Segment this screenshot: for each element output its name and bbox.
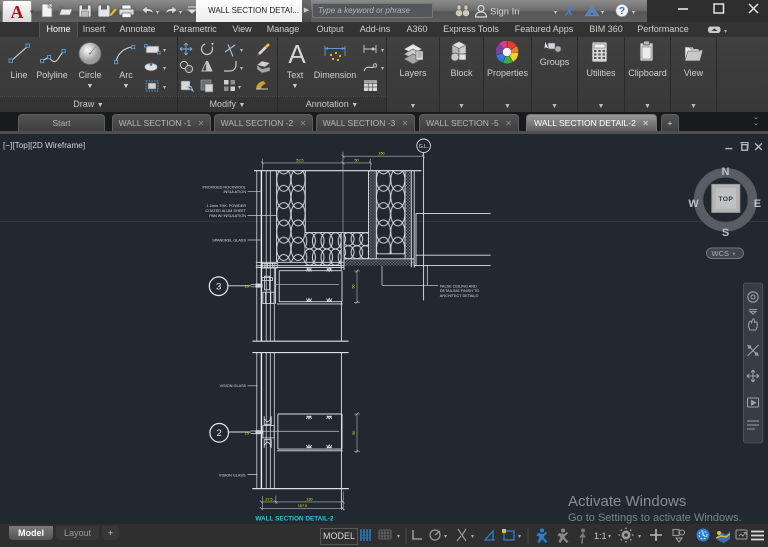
svg-text:▾: ▾ bbox=[163, 85, 166, 91]
svg-text:▾: ▾ bbox=[601, 10, 604, 16]
svg-text:▾: ▾ bbox=[632, 10, 635, 16]
svg-text:▾: ▾ bbox=[156, 10, 159, 16]
svg-text:▾: ▾ bbox=[163, 66, 166, 72]
svg-text:▾: ▾ bbox=[163, 48, 166, 54]
svg-text:Sign In: Sign In bbox=[490, 7, 520, 18]
svg-text:▾: ▾ bbox=[240, 48, 243, 54]
svg-text:▾: ▾ bbox=[444, 534, 447, 540]
svg-text:▾: ▾ bbox=[608, 534, 611, 540]
svg-text:▾: ▾ bbox=[471, 534, 474, 540]
svg-text:▾: ▾ bbox=[724, 29, 727, 35]
svg-text:?: ? bbox=[619, 6, 625, 17]
svg-text:▾: ▾ bbox=[397, 534, 400, 540]
svg-text:▾: ▾ bbox=[518, 534, 521, 540]
svg-text:▾: ▾ bbox=[381, 48, 384, 54]
svg-text:▾: ▾ bbox=[240, 66, 243, 72]
svg-text:X: X bbox=[564, 5, 574, 19]
svg-text:▾: ▾ bbox=[554, 10, 557, 16]
svg-text:▾: ▾ bbox=[238, 85, 241, 91]
svg-text:1:1: 1:1 bbox=[594, 531, 607, 541]
svg-text:A: A bbox=[288, 39, 306, 69]
svg-text:▾: ▾ bbox=[381, 66, 384, 72]
svg-text:A: A bbox=[11, 2, 24, 22]
svg-text:▾: ▾ bbox=[638, 534, 641, 540]
svg-text:▾: ▾ bbox=[179, 10, 182, 16]
